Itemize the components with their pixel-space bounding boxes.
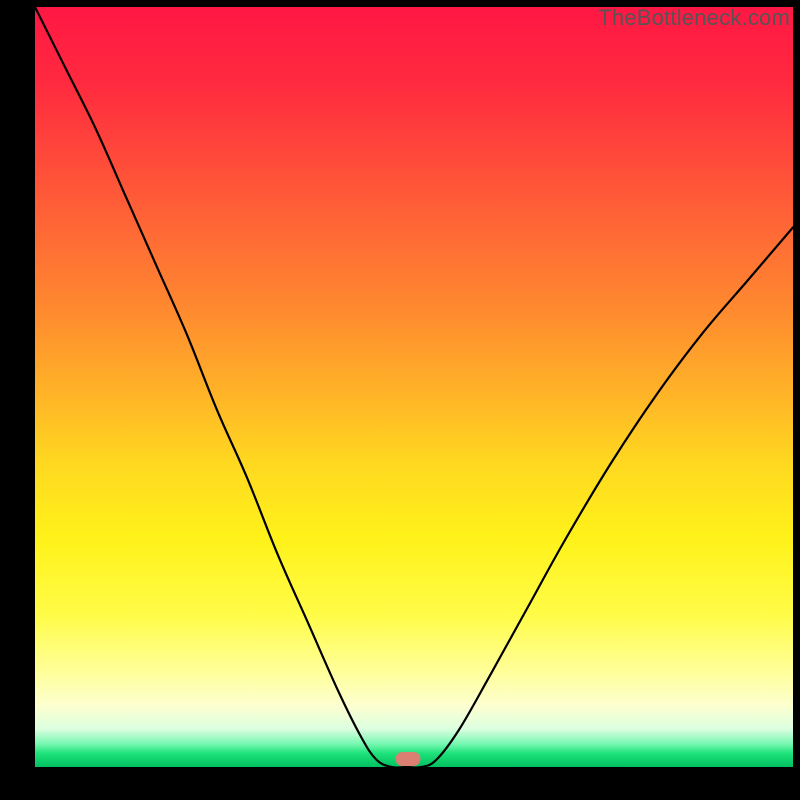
plot-area [35, 7, 793, 767]
bottleneck-curve [35, 7, 793, 767]
selection-marker [395, 752, 420, 766]
chart-frame: TheBottleneck.com [0, 0, 800, 800]
